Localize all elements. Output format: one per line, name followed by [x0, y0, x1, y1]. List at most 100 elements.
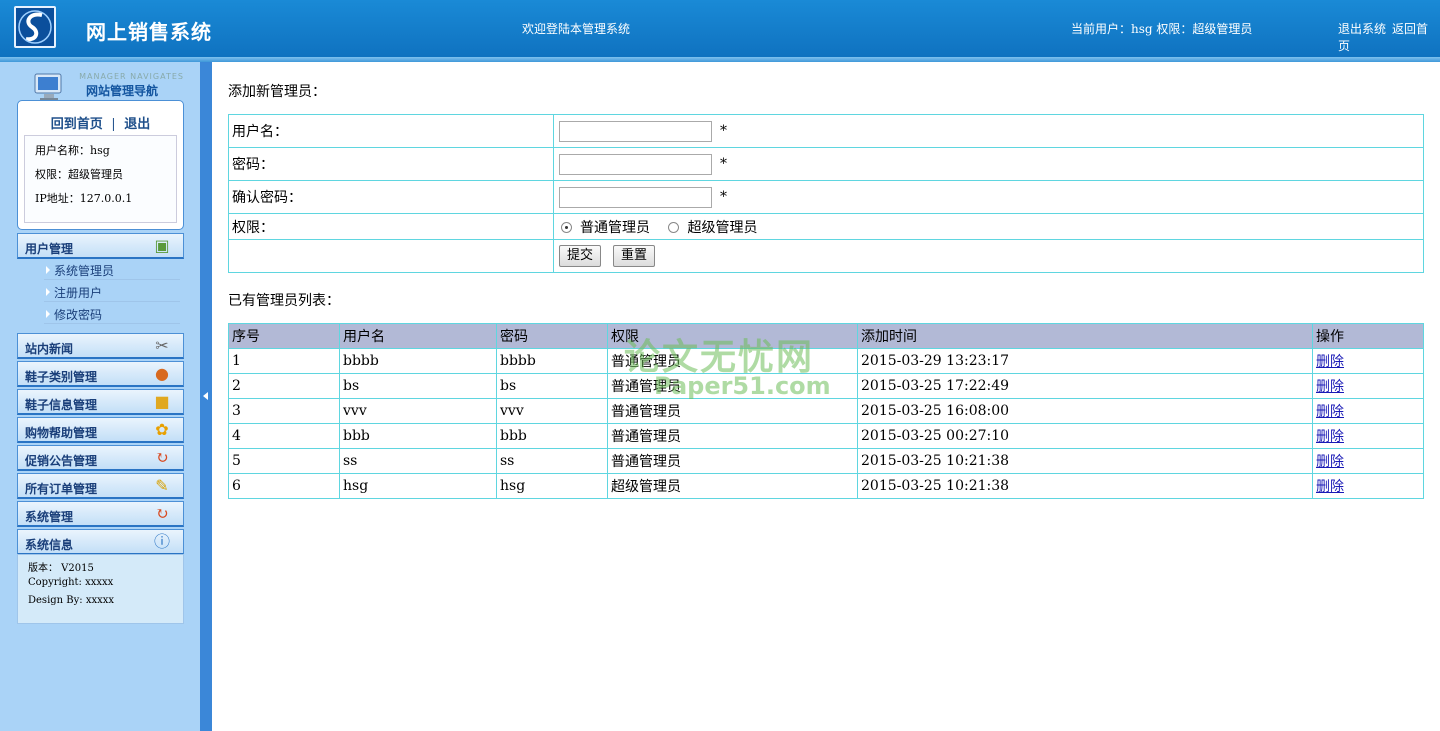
- sidebar-splitter[interactable]: [200, 62, 212, 731]
- menu-system-management[interactable]: 系统管理 ↻: [17, 501, 184, 527]
- menu-promotion[interactable]: 促销公告管理 ↻: [17, 445, 184, 471]
- menu-label: 系统信息: [25, 538, 74, 552]
- col-index: 序号: [228, 323, 340, 349]
- menu-label: 促销公告管理: [25, 454, 98, 468]
- username-input[interactable]: [559, 120, 712, 142]
- cell-added-time: 2015-03-25 00:27:10: [857, 423, 1313, 449]
- radio-super-admin[interactable]: [668, 222, 680, 233]
- cell-permission: 普通管理员: [607, 373, 858, 399]
- cell-username: bbb: [339, 423, 497, 449]
- menu-shoe-category[interactable]: 鞋子类别管理 ●: [17, 361, 184, 387]
- cell-password: bbbb: [496, 348, 608, 374]
- col-permission: 权限: [607, 323, 858, 349]
- sidebar-exit-link[interactable]: 退出: [124, 117, 150, 132]
- cell-username: ss: [339, 448, 497, 474]
- cell-username: bbbb: [339, 348, 497, 374]
- cell-permission: 普通管理员: [607, 423, 858, 449]
- sub-item-label: 修改密码: [54, 308, 103, 322]
- table-row: 3 vvv vvv 普通管理员 2015-03-25 16:08:00 删除: [228, 398, 1424, 424]
- delete-link[interactable]: 删除: [1316, 429, 1344, 445]
- sidebar-item-change-password[interactable]: 修改密码: [44, 304, 180, 324]
- menu-site-news[interactable]: 站内新闻 ✂: [17, 333, 184, 359]
- table-row: 6 hsg hsg 超级管理员 2015-03-25 10:21:38 删除: [228, 473, 1424, 499]
- password-label: 密码：: [228, 147, 554, 181]
- header-links: 退出系统 返回首页: [1338, 20, 1440, 54]
- submit-button[interactable]: 提交: [559, 245, 602, 267]
- delete-link[interactable]: 删除: [1316, 404, 1344, 420]
- permission-text: 权限：超级管理员: [35, 168, 123, 181]
- menu-shoe-info[interactable]: 鞋子信息管理 ■: [17, 389, 184, 415]
- table-row: 5 ss ss 普通管理员 2015-03-25 10:21:38 删除: [228, 448, 1424, 474]
- sidebar-home-link[interactable]: 回到首页: [51, 117, 103, 132]
- welcome-text: 欢迎登陆本管理系统: [522, 22, 631, 36]
- delete-link[interactable]: 删除: [1316, 379, 1344, 395]
- table-row: 2 bs bs 普通管理员 2015-03-25 17:22:49 删除: [228, 373, 1424, 399]
- cell-index: 3: [228, 398, 340, 424]
- nav-en-title: MANAGER NAVIGATES: [79, 72, 184, 81]
- required-mark: *: [720, 156, 727, 172]
- sidebar-item-registered-users[interactable]: 注册用户: [44, 282, 180, 302]
- sidebar-item-system-admin[interactable]: 系统管理员: [44, 260, 180, 280]
- nav-title: 网站管理导航: [86, 84, 159, 98]
- menu-user-management[interactable]: 用户管理 ▣: [17, 233, 184, 259]
- cell-username: bs: [339, 373, 497, 399]
- cell-added-time: 2015-03-25 16:08:00: [857, 398, 1313, 424]
- ip-text: IP地址：127.0.0.1: [35, 192, 133, 205]
- menu-label: 鞋子信息管理: [25, 398, 98, 412]
- top-header: 网上销售系统 欢迎登陆本管理系统 当前用户：hsg 权限：超级管理员 退出系统返…: [0, 0, 1440, 57]
- refresh-icon: ↻: [155, 448, 169, 467]
- required-mark: *: [720, 189, 727, 205]
- user-name-text: 用户名称：hsg: [35, 144, 110, 157]
- col-username: 用户名: [339, 323, 497, 349]
- user-info-details: 用户名称：hsg 权限：超级管理员 IP地址：127.0.0.1: [24, 135, 177, 223]
- empty-cell: [228, 239, 554, 273]
- cell-index: 4: [228, 423, 340, 449]
- menu-label: 站内新闻: [25, 342, 74, 356]
- radio-normal-label: 普通管理员: [580, 219, 650, 236]
- logout-link[interactable]: 退出系统: [1338, 22, 1386, 36]
- cell-password: vvv: [496, 398, 608, 424]
- cell-permission: 普通管理员: [607, 398, 858, 424]
- cell-index: 5: [228, 448, 340, 474]
- menu-all-orders[interactable]: 所有订单管理 ✎: [17, 473, 184, 499]
- menu-label: 所有订单管理: [25, 482, 98, 496]
- tools-icon: ✂: [155, 336, 169, 355]
- cell-index: 6: [228, 473, 340, 499]
- cell-password: ss: [496, 448, 608, 474]
- table-header-row: 序号 用户名 密码 权限 添加时间 操作: [228, 323, 1424, 349]
- add-admin-title: 添加新管理员：: [228, 84, 326, 100]
- users-icon: ●: [155, 364, 169, 383]
- gears-icon: ✿: [155, 420, 169, 439]
- delete-link[interactable]: 删除: [1316, 479, 1344, 495]
- confirm-password-input[interactable]: [559, 186, 712, 208]
- password-input[interactable]: [559, 153, 712, 175]
- table-row: 4 bbb bbb 普通管理员 2015-03-25 00:27:10 删除: [228, 423, 1424, 449]
- cell-index: 2: [228, 373, 340, 399]
- design-text: Design By: xxxxx: [28, 595, 115, 606]
- menu-label: 用户管理: [25, 242, 74, 256]
- menu-label: 鞋子类别管理: [25, 370, 98, 384]
- table-row: 1 bbbb bbbb 普通管理员 2015-03-29 13:23:17 删除: [228, 348, 1424, 374]
- delete-link[interactable]: 删除: [1316, 454, 1344, 470]
- cell-added-time: 2015-03-25 10:21:38: [857, 448, 1313, 474]
- radio-normal-admin[interactable]: [561, 222, 572, 233]
- copyright-text: Copyright: xxxxx: [28, 577, 114, 588]
- cell-password: bs: [496, 373, 608, 399]
- arrow-icon: [46, 288, 50, 296]
- confirm-password-label: 确认密码：: [228, 180, 554, 214]
- menu-shopping-help[interactable]: 购物帮助管理 ✿: [17, 417, 184, 443]
- menu-system-info[interactable]: 系统信息 ⓘ: [17, 529, 184, 555]
- admin-list-table: 序号 用户名 密码 权限 添加时间 操作 1 bbbb bbbb 普通管理员 2…: [228, 323, 1424, 499]
- add-admin-form: 用户名： * 密码： * 确认密码： * 权限： 普通管理员 超级管理员 提交重…: [228, 114, 1424, 273]
- delete-link[interactable]: 删除: [1316, 354, 1344, 370]
- info-links: 回到首页 | 退出: [18, 113, 183, 132]
- link-separator: |: [111, 117, 116, 132]
- cell-permission: 超级管理员: [607, 473, 858, 499]
- arrow-icon: [46, 310, 50, 318]
- cell-username: hsg: [339, 473, 497, 499]
- monitor-icon: [34, 73, 62, 100]
- collapse-arrow-icon[interactable]: [203, 392, 208, 400]
- nav-header: MANAGER NAVIGATES 网站管理导航: [10, 66, 186, 100]
- reset-button[interactable]: 重置: [613, 245, 656, 267]
- refresh-icon: ↻: [155, 504, 169, 523]
